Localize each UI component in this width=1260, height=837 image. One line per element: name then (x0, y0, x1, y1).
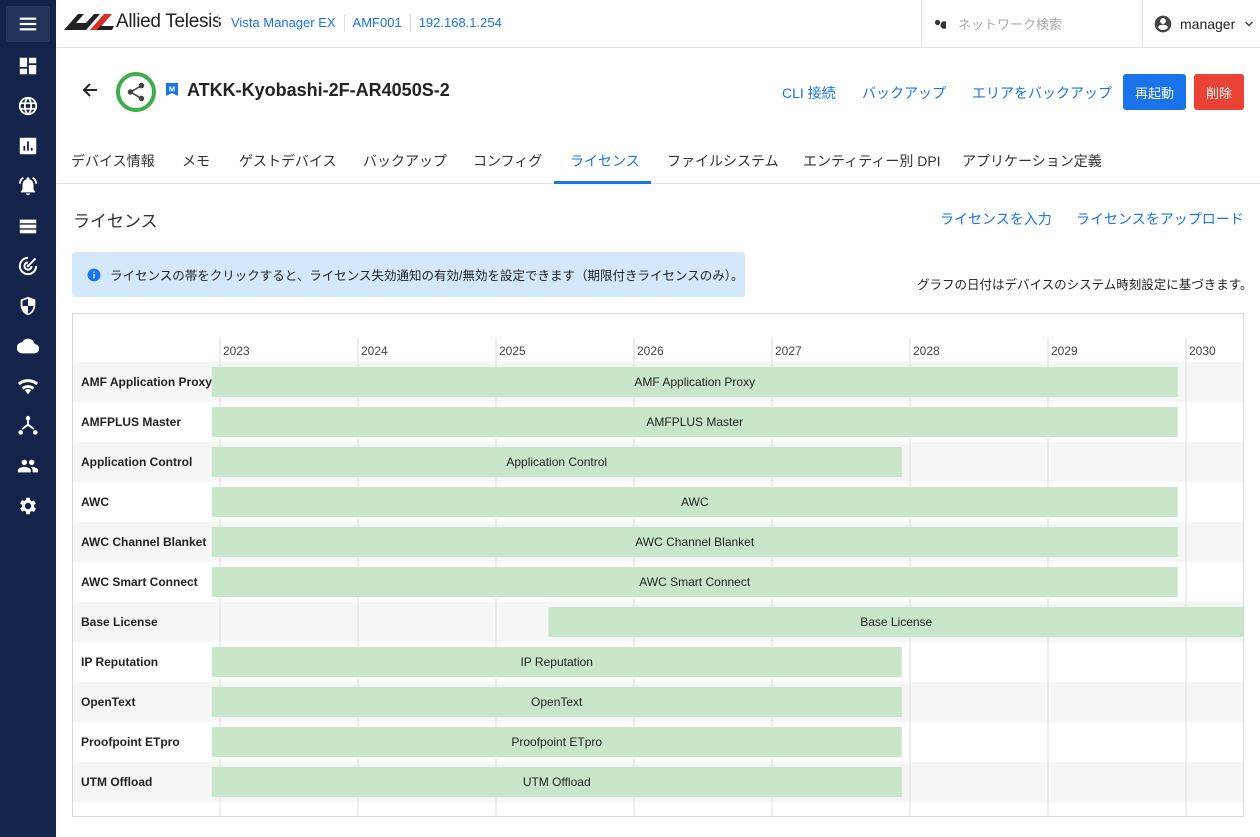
brand-name: Allied Telesis (116, 11, 222, 32)
backup-button[interactable]: バックアップ (862, 83, 946, 103)
license-bar-label: Application Control (506, 455, 607, 469)
tab-file-system[interactable]: ファイルシステム (667, 138, 779, 184)
license-row-label: AWC Smart Connect (81, 575, 198, 589)
tab-memo[interactable]: メモ (182, 138, 210, 184)
year-tick-label: 2027 (775, 344, 802, 358)
chevron-down-icon (1245, 21, 1254, 27)
top-bar: Allied Telesis Vista Manager EX AMF001 1… (56, 0, 1260, 48)
license-bar-label: AMFPLUS Master (646, 415, 743, 429)
license-row-label: AWC (81, 495, 109, 509)
area-backup-button[interactable]: エリアをバックアップ (972, 83, 1112, 103)
svg-text:M: M (169, 85, 175, 94)
license-bar-label: Proofpoint ETpro (511, 735, 602, 749)
tab-dpi-by-entity[interactable]: エンティティー別 DPI (803, 138, 941, 184)
tab-application-definitions[interactable]: アプリケーション定義 (962, 138, 1102, 184)
license-bar-label: AWC (681, 495, 709, 509)
license-timeline-svg: 2023 2024 2025 2026 2027 2028 2029 2030 AMF Appl… (73, 338, 1243, 816)
network-search (921, 0, 1143, 48)
cloud-icon[interactable] (0, 326, 56, 366)
master-badge-icon: M (166, 83, 178, 96)
info-text: ライセンスの帯をクリックすると、ライセンス失効通知の有効/無効を設定できます（期… (110, 269, 744, 283)
network-topology-icon[interactable] (0, 406, 56, 446)
section-title: ライセンス (73, 212, 158, 231)
device-tabs: デバイス情報 メモ ゲストデバイス バックアップ コンフィグ ライセンス ファイ… (56, 138, 1260, 184)
tab-backup[interactable]: バックアップ (363, 138, 447, 184)
license-bar-label: OpenText (531, 695, 583, 709)
share-icon (127, 82, 145, 102)
active-tab-indicator (554, 181, 651, 184)
license-row-label: Base License (81, 615, 158, 629)
reboot-button[interactable]: 再起動 (1123, 74, 1186, 110)
enter-license-button[interactable]: ライセンスを入力 (940, 209, 1052, 229)
allied-telesis-logo[interactable]: Allied Telesis (64, 10, 222, 34)
year-tick-label: 2029 (1051, 344, 1078, 358)
breadcrumb-product[interactable]: Vista Manager EX (218, 14, 344, 32)
breadcrumb: Vista Manager EX AMF001 192.168.1.254 (218, 14, 510, 32)
gear-icon[interactable] (0, 486, 56, 526)
license-row-label: IP Reputation (81, 655, 158, 669)
user-name: manager (1180, 16, 1236, 32)
alarm-bell-icon[interactable] (0, 166, 56, 206)
list-icon[interactable] (0, 206, 56, 246)
shield-icon[interactable] (0, 286, 56, 326)
year-tick-label: 2030 (1189, 344, 1216, 358)
license-row-label: Application Control (81, 455, 192, 469)
year-tick-label: 2028 (913, 344, 940, 358)
license-row-label: Proofpoint ETpro (81, 735, 180, 749)
year-tick-label: 2026 (637, 344, 664, 358)
year-tick-label: 2023 (223, 344, 250, 358)
license-bar-label: UTM Offload (523, 775, 591, 789)
license-bar-label: AWC Smart Connect (639, 575, 751, 589)
sidebar (0, 0, 56, 837)
tab-config[interactable]: コンフィグ (473, 138, 542, 184)
info-icon (87, 268, 101, 281)
search-icon (934, 19, 946, 29)
tab-license[interactable]: ライセンス (570, 138, 640, 184)
license-bar-label: AMF Application Proxy (634, 375, 755, 389)
wifi-icon[interactable] (0, 366, 56, 406)
cli-connect-button[interactable]: CLI 接続 (782, 83, 836, 103)
dashboard-icon[interactable] (0, 46, 56, 86)
menu-icon[interactable] (0, 4, 56, 44)
tab-device-info[interactable]: デバイス情報 (71, 138, 155, 184)
breadcrumb-ip[interactable]: 192.168.1.254 (409, 14, 510, 32)
globe-icon[interactable] (0, 86, 56, 126)
breadcrumb-area[interactable]: AMF001 (343, 14, 410, 32)
users-icon[interactable] (0, 446, 56, 486)
license-row-label: OpenText (81, 695, 135, 709)
device-name: ATKK-Kyobashi-2F-AR4050S-2 (187, 80, 450, 100)
license-bar-label: AWC Channel Blanket (635, 535, 755, 549)
radar-icon[interactable] (0, 246, 56, 286)
info-banner: ライセンスの帯をクリックすると、ライセンス失効通知の有効/無効を設定できます（期… (72, 252, 745, 297)
license-row-label: AMF Application Proxy (81, 375, 212, 389)
license-timeline-chart: 2023 2024 2025 2026 2027 2028 2029 2030 AMF Appl… (72, 313, 1244, 817)
user-menu[interactable]: manager (1142, 0, 1260, 48)
year-tick-label: 2024 (361, 344, 388, 358)
search-input[interactable] (958, 16, 1128, 32)
tab-guest-devices[interactable]: ゲストデバイス (239, 138, 337, 184)
back-arrow-icon[interactable] (80, 80, 100, 100)
license-bar-label: IP Reputation (520, 655, 593, 669)
allied-telesis-logo-mark (64, 14, 114, 30)
delete-button[interactable]: 削除 (1194, 74, 1244, 110)
year-tick-label: 2025 (499, 344, 526, 358)
license-row-label: UTM Offload (81, 775, 152, 789)
timezone-note: グラフの日付はデバイスのシステム時刻設定に基づきます。 (917, 278, 1253, 292)
upload-license-button[interactable]: ライセンスをアップロード (1076, 209, 1244, 229)
chart-icon[interactable] (0, 126, 56, 166)
device-status-icon (116, 72, 156, 112)
license-row-label: AMFPLUS Master (81, 415, 181, 429)
license-bar-label: Base License (860, 615, 932, 629)
account-circle-icon (1154, 15, 1172, 33)
license-row-label: AWC Channel Blanket (81, 535, 206, 549)
